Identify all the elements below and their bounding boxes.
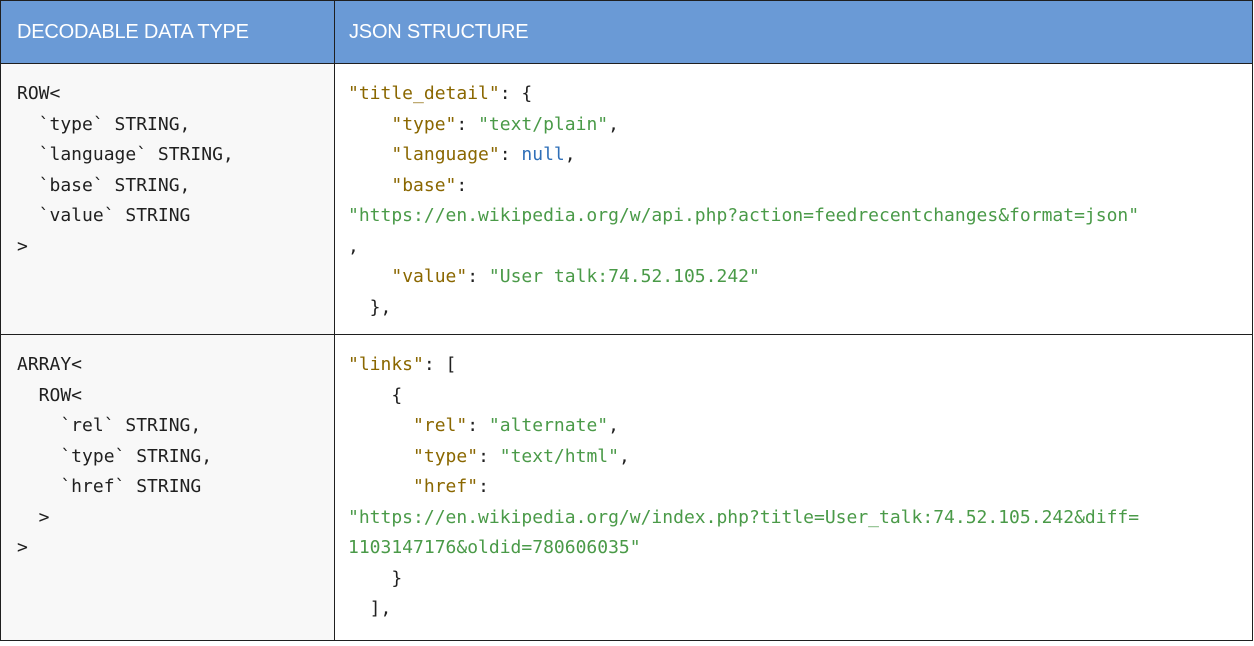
json-key: "base" xyxy=(391,174,457,196)
json-string: 1103147176&oldid=780606035" xyxy=(348,537,641,558)
code-line: `value` STRING xyxy=(17,205,191,226)
json-string: "alternate" xyxy=(488,415,609,436)
code-line: > xyxy=(17,537,28,558)
code-line: `href` STRING xyxy=(17,476,202,497)
data-type-cell: ARRAY< ROW< `rel` STRING, `type` STRING,… xyxy=(0,334,335,641)
json-key: "type" xyxy=(391,113,457,135)
json-structure-cell: "title_detail": { "type": "text/plain", … xyxy=(334,63,1253,335)
json-string: "text/html" xyxy=(499,445,619,467)
json-key: "href" xyxy=(413,476,479,497)
code-line: ROW< xyxy=(17,384,83,406)
code-line: `rel` STRING, xyxy=(17,415,202,436)
data-type-code: ARRAY< ROW< `rel` STRING, `type` STRING,… xyxy=(1,335,334,564)
header-json-structure: JSON STRUCTURE xyxy=(334,0,1253,64)
header-decodable-data-type: DECODABLE DATA TYPE xyxy=(0,0,335,64)
json-literal: null xyxy=(521,144,565,165)
data-type-cell: ROW< `type` STRING, `language` STRING, `… xyxy=(0,63,335,335)
table-row: ARRAY< ROW< `rel` STRING, `type` STRING,… xyxy=(0,334,1253,641)
code-line: `type` STRING, xyxy=(17,113,191,135)
code-line: > xyxy=(17,506,50,528)
json-key: "title_detail" xyxy=(348,83,500,104)
code-line: ARRAY< xyxy=(17,354,83,375)
json-code: "links": [ { "rel": "alternate", "type":… xyxy=(348,354,1140,619)
json-string: "text/plain" xyxy=(478,113,609,135)
json-key: "value" xyxy=(391,266,468,287)
code-line: `base` STRING, xyxy=(17,174,191,196)
json-code: "title_detail": { "type": "text/plain", … xyxy=(348,83,1140,318)
header-row: DECODABLE DATA TYPE JSON STRUCTURE xyxy=(0,0,1253,64)
table-row: ROW< `type` STRING, `language` STRING, `… xyxy=(0,63,1253,335)
json-string: "https://en.wikipedia.org/w/index.php?ti… xyxy=(348,506,1140,528)
json-structure-cell: "links": [ { "rel": "alternate", "type":… xyxy=(334,334,1253,641)
code-line: `language` STRING, xyxy=(17,144,234,165)
code-line: ROW< xyxy=(17,83,61,104)
json-string: "https://en.wikipedia.org/w/api.php?acti… xyxy=(348,205,1140,226)
json-key: "language" xyxy=(391,144,500,165)
data-type-table: DECODABLE DATA TYPE JSON STRUCTURE ROW< … xyxy=(0,0,1253,641)
json-key: "type" xyxy=(413,445,479,467)
json-string: "User talk:74.52.105.242" xyxy=(488,266,760,287)
json-key: "links" xyxy=(348,354,424,375)
code-line: `type` STRING, xyxy=(17,445,213,467)
data-type-code: ROW< `type` STRING, `language` STRING, `… xyxy=(1,64,334,262)
code-line: > xyxy=(17,235,28,257)
json-key: "rel" xyxy=(413,415,468,436)
